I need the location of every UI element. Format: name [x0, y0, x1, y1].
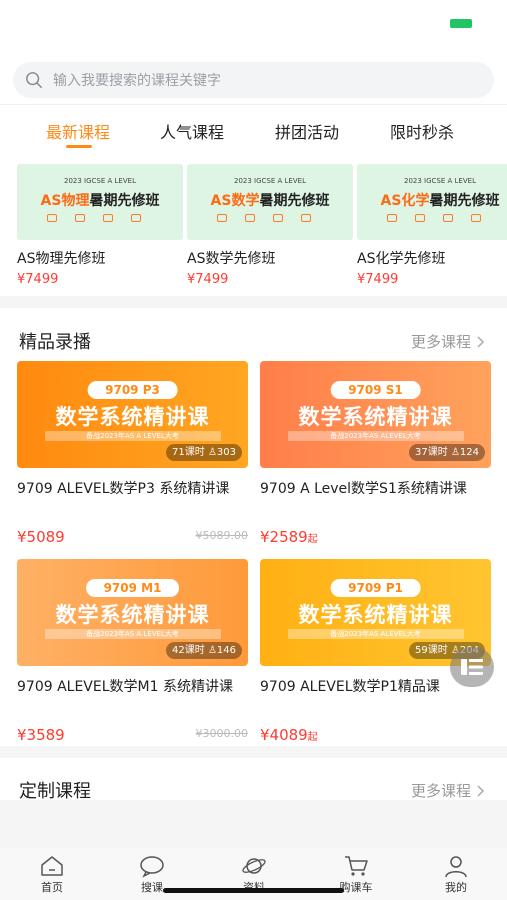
status-bar [0, 0, 507, 52]
banner-subtitle: 2023 IGCSE A LEVEL [64, 177, 136, 185]
banner-headline: 数学系统精讲课 [55, 603, 210, 627]
banner-tagline: 备战2023年AS ALEVEL大考 [287, 629, 464, 639]
banner-tagline: 备战2023年AS A LEVEL大考 [44, 431, 221, 441]
banner-feature-icons [47, 214, 141, 222]
people-icon: ♙ [207, 447, 217, 458]
search-icon [26, 72, 42, 88]
search-placeholder: 输入我要搜索的课程关键字 [53, 73, 221, 89]
chat-bubble-icon [140, 856, 164, 878]
featured-course-card[interactable]: 2023 IGCSE A LEVEL AS数学暑期先修班 AS数学先修班 ¥74… [187, 164, 353, 287]
course-stats-badge: 37课时 ♙124 [409, 444, 485, 461]
featured-course-card[interactable]: 2023 IGCSE A LEVEL AS化学暑期先修班 AS化学先修班 ¥74… [357, 164, 507, 287]
course-title: AS化学先修班 [357, 251, 446, 267]
banner-headline: 数学系统精讲课 [298, 405, 453, 429]
search-bar[interactable]: 输入我要搜索的课程关键字 [13, 62, 494, 98]
banner-subtitle: 2023 IGCSE A LEVEL [404, 177, 476, 185]
course-price: ¥7499 [17, 272, 59, 287]
section-title: 精品录播 [19, 332, 91, 353]
course-title: 9709 ALEVEL数学P1精品课 [260, 679, 440, 695]
tab-newest[interactable]: 最新课程 [46, 119, 110, 143]
section-divider [0, 296, 507, 308]
bottom-navigation: 首页 搜课 资料 购课车 我的 [0, 848, 507, 900]
course-title: AS物理先修班 [17, 251, 106, 267]
banner-headline: 数学系统精讲课 [55, 405, 210, 429]
banner-subtitle: 2023 IGCSE A LEVEL [234, 177, 306, 185]
course-banner: 9709 P3 数学系统精讲课 备战2023年AS A LEVEL大考 71课时… [17, 361, 248, 468]
course-stats-badge: 71课时 ♙303 [166, 444, 242, 461]
tab-flash-sale[interactable]: 限时秒杀 [390, 119, 454, 143]
original-price: ¥5089.00 [195, 529, 249, 542]
banner-feature-icons [387, 214, 481, 222]
course-banner: 2023 IGCSE A LEVEL AS物理暑期先修班 [17, 164, 183, 240]
course-title: 9709 ALEVEL数学P3 系统精讲课 [17, 481, 230, 497]
active-tab-indicator [66, 145, 92, 148]
banner-tagline: 备战2023年AS ALEVEL大考 [287, 431, 464, 441]
tab-popular[interactable]: 人气课程 [160, 119, 224, 143]
planet-icon [242, 858, 266, 874]
chevron-right-icon [477, 784, 485, 797]
price-row: ¥4089起 [260, 725, 491, 745]
more-courses-label: 更多课程 [410, 333, 471, 351]
recorded-course-card[interactable]: 9709 S1 数学系统精讲课 备战2023年AS ALEVEL大考 37课时 … [260, 361, 491, 547]
course-price: ¥4089起 [260, 726, 318, 744]
course-code-badge: 9709 P1 [330, 579, 421, 597]
course-title: 9709 ALEVEL数学M1 系统精讲课 [17, 679, 233, 695]
more-courses-link[interactable]: 更多课程 [411, 780, 485, 801]
course-stats-badge: 42课时 ♙146 [166, 642, 242, 659]
course-banner: 2023 IGCSE A LEVEL AS化学暑期先修班 [357, 164, 507, 240]
course-code-badge: 9709 M1 [85, 579, 180, 597]
battery-icon [450, 19, 472, 28]
user-icon [445, 856, 467, 878]
course-tabs: 最新课程 人气课程 拼团活动 限时秒杀 [0, 104, 507, 154]
course-title: AS数学先修班 [187, 251, 276, 267]
recorded-course-card[interactable]: 9709 M1 数学系统精讲课 备战2023年AS A LEVEL大考 42课时… [17, 559, 248, 745]
price-row: ¥3589 ¥3000.00 [17, 725, 248, 745]
tab-group-buy[interactable]: 拼团活动 [275, 119, 339, 143]
nav-label: 首页 [41, 881, 63, 894]
cart-icon [345, 856, 368, 876]
course-banner: 2023 IGCSE A LEVEL AS数学暑期先修班 [187, 164, 353, 240]
people-icon: ♙ [450, 447, 460, 458]
featured-course-card[interactable]: 2023 IGCSE A LEVEL AS物理暑期先修班 AS物理先修班 ¥74… [17, 164, 183, 287]
banner-headline: AS数学暑期先修班 [210, 193, 330, 209]
floating-menu-button[interactable] [450, 647, 494, 687]
banner-headline: 数学系统精讲课 [298, 603, 453, 627]
list-icon [461, 659, 483, 675]
course-price: ¥2589起 [260, 528, 318, 546]
banner-feature-icons [217, 214, 311, 222]
banner-headline: AS物理暑期先修班 [40, 193, 160, 209]
home-icon [41, 856, 63, 876]
original-price: ¥3000.00 [195, 727, 249, 740]
course-price: ¥7499 [187, 272, 229, 287]
course-code-badge: 9709 S1 [330, 381, 421, 399]
course-banner: 9709 M1 数学系统精讲课 备战2023年AS A LEVEL大考 42课时… [17, 559, 248, 666]
people-icon: ♙ [207, 645, 217, 656]
price-row: ¥2589起 [260, 527, 491, 547]
price-row: ¥5089 ¥5089.00 [17, 527, 248, 547]
course-code-badge: 9709 P3 [87, 381, 178, 399]
banner-tagline: 备战2023年AS A LEVEL大考 [44, 629, 221, 639]
course-price: ¥5089 [17, 528, 65, 546]
nav-home[interactable]: 首页 [22, 854, 82, 895]
more-courses-link[interactable]: 更多课程 [411, 331, 485, 352]
course-title: 9709 A Level数学S1系统精讲课 [260, 481, 467, 497]
nav-profile[interactable]: 我的 [426, 854, 486, 895]
chevron-right-icon [477, 335, 485, 348]
recorded-section-header: 精品录播 更多课程 [0, 320, 507, 360]
course-price: ¥3589 [17, 726, 65, 744]
more-courses-label: 更多课程 [410, 782, 471, 800]
course-banner: 9709 P1 数学系统精讲课 备战2023年AS ALEVEL大考 59课时 … [260, 559, 491, 666]
course-banner: 9709 S1 数学系统精讲课 备战2023年AS ALEVEL大考 37课时 … [260, 361, 491, 468]
recorded-course-card[interactable]: 9709 P3 数学系统精讲课 备战2023年AS A LEVEL大考 71课时… [17, 361, 248, 547]
home-indicator[interactable] [163, 888, 344, 893]
banner-headline: AS化学暑期先修班 [380, 193, 500, 209]
featured-course-carousel: 2023 IGCSE A LEVEL AS物理暑期先修班 AS物理先修班 ¥74… [17, 164, 507, 289]
course-price: ¥7499 [357, 272, 399, 287]
section-divider [0, 746, 507, 758]
nav-label: 我的 [445, 881, 467, 894]
